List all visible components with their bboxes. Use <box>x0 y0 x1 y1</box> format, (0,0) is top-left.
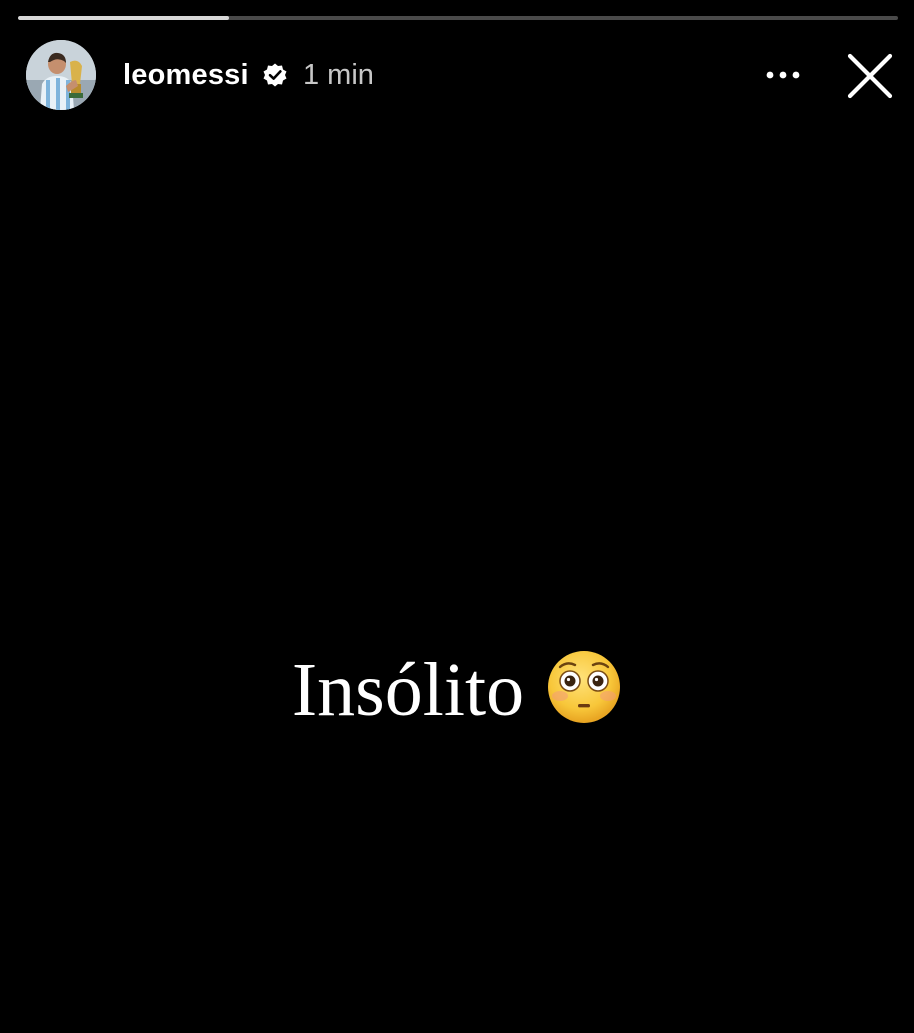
flushed-face-emoji-icon <box>546 649 622 725</box>
caption-text: Insólito <box>291 648 525 732</box>
story-timestamp: 1 min <box>303 59 374 91</box>
more-options-button[interactable] <box>758 58 808 92</box>
username[interactable]: leomessi <box>123 58 249 92</box>
story-progress-bar <box>18 16 898 20</box>
story-header: leomessi 1 min <box>26 40 896 110</box>
story-viewer[interactable]: leomessi 1 min Insólito <box>0 0 914 1033</box>
avatar-photo-icon <box>26 40 96 110</box>
story-caption: Insólito <box>0 648 914 732</box>
close-icon <box>847 53 893 99</box>
more-options-icon <box>766 71 800 79</box>
verified-badge-icon <box>262 62 288 88</box>
story-progress-fill <box>18 16 230 20</box>
close-button[interactable] <box>844 50 896 102</box>
avatar[interactable] <box>26 40 96 110</box>
